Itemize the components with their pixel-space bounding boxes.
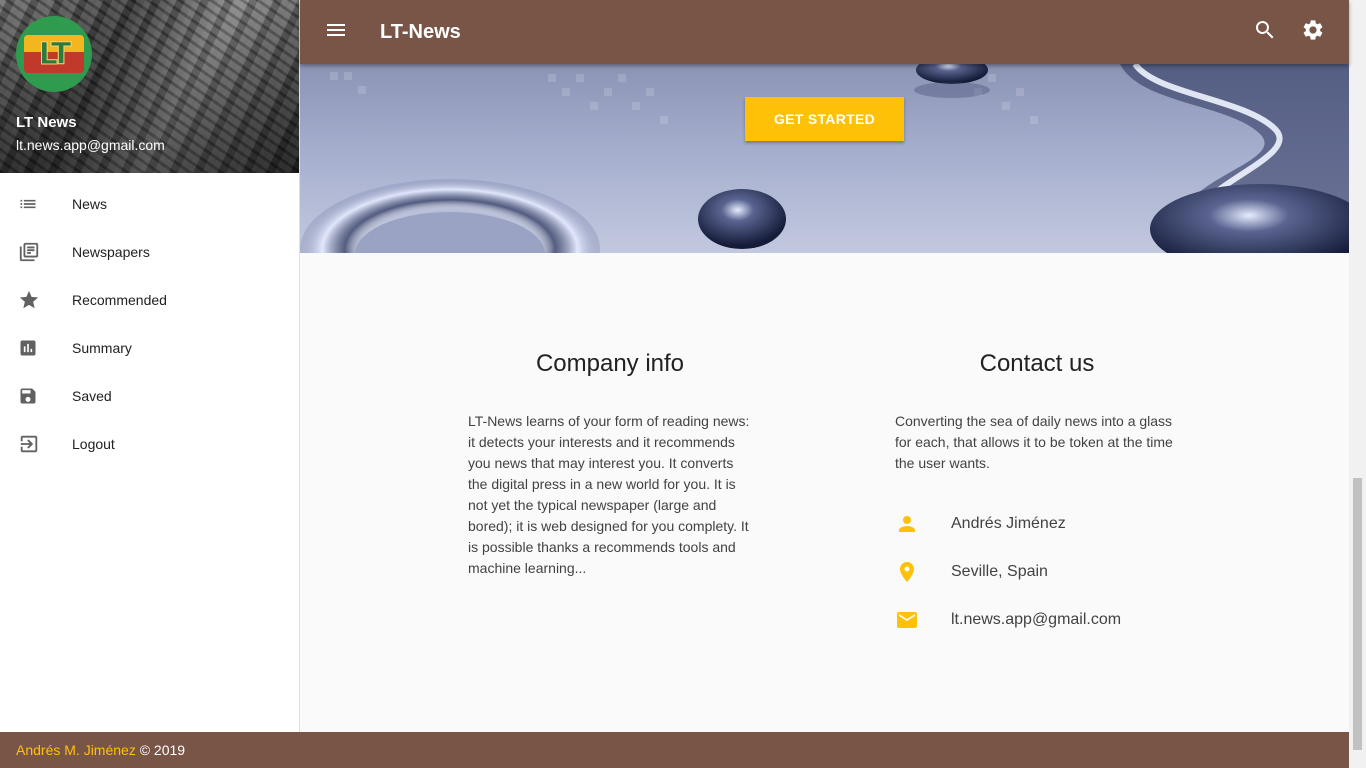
contact-title: Contact us [979,350,1095,377]
menu-button[interactable] [300,0,372,64]
page-scrollbar[interactable] [1349,0,1366,768]
nav-item-saved[interactable]: Saved [0,372,299,420]
contact-text: Converting the sea of daily news into a … [895,413,1173,471]
location-pin-icon [895,560,951,584]
footer-copyright: © 2019 [139,742,186,758]
contact-email: lt.news.app@gmail.com [895,596,1179,644]
mail-icon [895,608,951,632]
company-info-title: Company info [535,350,685,377]
scrollbar-thumb[interactable] [1353,478,1362,750]
menu-icon [324,18,348,47]
app-toolbar: LT-News [300,0,1349,64]
nav-item-label: News [72,196,108,212]
drawer-header: LT LT News lt.news.app@gmail.com [0,0,299,173]
nav-item-logout[interactable]: Logout [0,420,299,468]
drawer-user-name: LT News [16,114,77,131]
contact-person: Andrés Jiménez [895,500,1179,548]
app-logo: LT [24,35,84,73]
settings-button[interactable] [1289,8,1337,56]
logout-icon [0,433,56,455]
person-icon [895,512,951,536]
list-icon [0,194,56,214]
contact-person-text: Andrés Jiménez [951,515,1066,532]
footer: Andrés M. Jiménez © 2019 [0,732,1349,768]
hero-background-image [300,64,1349,253]
company-info-text: LT-News learns of your form of reading n… [468,413,750,576]
newspapers-icon [0,241,56,263]
nav-item-recommended[interactable]: Recommended [0,276,299,324]
search-icon [1253,18,1277,47]
contact-location-text: Seville, Spain [951,563,1048,580]
main-content: Company info LT-News learns of your form… [300,253,1349,732]
contact-location: Seville, Spain [895,548,1179,596]
app-title: LT-News [380,20,461,43]
hero-banner: GET STARTED [300,64,1349,253]
gear-icon [1301,18,1325,47]
company-info-section: Company info LT-News learns of your form… [468,253,752,579]
nav-item-label: Logout [72,436,115,452]
star-icon [0,289,56,311]
drawer-user-email: lt.news.app@gmail.com [16,137,165,153]
nav-item-news[interactable]: News [0,180,299,228]
nav-item-newspapers[interactable]: Newspapers [0,228,299,276]
nav-item-label: Summary [72,340,132,356]
nav-item-label: Saved [72,388,112,404]
footer-author: Andrés M. Jiménez [16,742,136,758]
contact-section: Contact us Converting the sea of daily n… [895,253,1179,644]
search-button[interactable] [1241,8,1289,56]
save-icon [0,386,56,406]
nav-item-summary[interactable]: Summary [0,324,299,372]
avatar[interactable]: LT [16,16,92,92]
nav-item-label: Newspapers [72,244,150,260]
get-started-button[interactable]: GET STARTED [745,97,904,141]
bar-chart-icon [0,338,56,358]
nav-item-label: Recommended [72,292,167,308]
contact-email-text[interactable]: lt.news.app@gmail.com [951,611,1121,629]
navigation-drawer: LT LT News lt.news.app@gmail.com News Ne… [0,0,300,732]
drawer-nav: News Newspapers Recommended Summary Save… [0,173,299,468]
